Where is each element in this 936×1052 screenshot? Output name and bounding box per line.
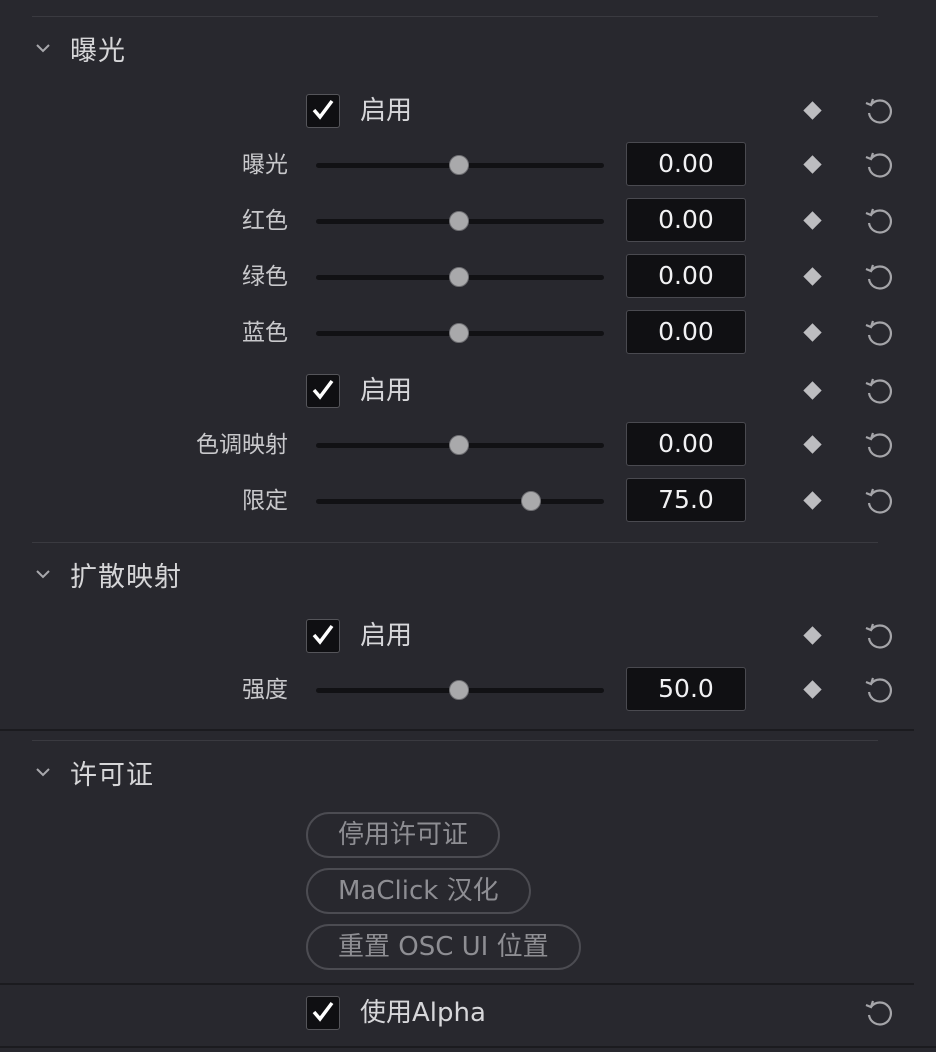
section-title: 扩散映射 <box>70 561 182 593</box>
slider-thumb[interactable] <box>449 680 469 700</box>
slider-thumb[interactable] <box>521 491 541 511</box>
enable-checkbox[interactable] <box>306 94 340 128</box>
checkmark-icon <box>312 99 334 120</box>
enable-row: 启用 <box>0 88 936 134</box>
checkmark-icon <box>312 624 334 645</box>
keyframe-diamond-icon[interactable] <box>800 264 824 288</box>
reset-icon[interactable] <box>862 673 896 707</box>
reset-icon[interactable] <box>862 94 896 128</box>
bottom-divider <box>0 1046 936 1048</box>
slider-track[interactable] <box>316 211 604 231</box>
enable-checkbox[interactable] <box>306 619 340 653</box>
value-field[interactable]: 0.00 <box>626 254 746 298</box>
reset-icon[interactable] <box>862 619 896 653</box>
enable-row: 启用 <box>0 613 936 659</box>
value-field[interactable]: 0.00 <box>626 198 746 242</box>
section-divider <box>32 740 878 741</box>
slider-row-tonemap: 色调映射 0.00 <box>0 422 936 468</box>
slider-thumb[interactable] <box>449 211 469 231</box>
section-title: 曝光 <box>70 35 126 67</box>
checkmark-icon <box>312 1001 334 1022</box>
slider-row-red: 红色 0.00 <box>0 198 936 244</box>
enable-row: 启用 <box>0 368 936 414</box>
checkmark-icon <box>312 379 334 400</box>
slider-track[interactable] <box>316 155 604 175</box>
top-divider <box>32 16 878 17</box>
value-field[interactable]: 75.0 <box>626 478 746 522</box>
reset-icon[interactable] <box>862 260 896 294</box>
deactivate-license-button[interactable]: 停用许可证 <box>306 812 501 858</box>
slider-track[interactable] <box>316 680 604 700</box>
slider-label: 色调映射 <box>196 432 288 458</box>
slider-label: 红色 <box>242 208 288 234</box>
slider-label: 强度 <box>242 677 288 703</box>
slider-label: 曝光 <box>242 152 288 178</box>
slider-thumb[interactable] <box>449 435 469 455</box>
reset-icon[interactable] <box>862 204 896 238</box>
use-alpha-label: 使用Alpha <box>360 998 486 1028</box>
section-divider <box>0 729 914 731</box>
keyframe-diamond-icon[interactable] <box>800 320 824 344</box>
section-header-exposure[interactable]: 曝光 <box>36 30 126 67</box>
slider-row-blue: 蓝色 0.00 <box>0 310 936 356</box>
chevron-down-icon <box>36 44 50 53</box>
section-header-license[interactable]: 许可证 <box>36 754 154 791</box>
slider-row-strength: 强度 50.0 <box>0 667 936 713</box>
slider-row-green: 绿色 0.00 <box>0 254 936 300</box>
reset-icon[interactable] <box>862 148 896 182</box>
keyframe-diamond-icon[interactable] <box>800 152 824 176</box>
use-alpha-row: 使用Alpha <box>0 990 936 1036</box>
keyframe-diamond-icon[interactable] <box>800 488 824 512</box>
enable-label: 启用 <box>360 621 413 651</box>
slider-track[interactable] <box>316 267 604 287</box>
chevron-down-icon <box>36 570 50 579</box>
slider-label: 限定 <box>242 488 288 514</box>
section-divider <box>32 542 878 543</box>
value-field[interactable]: 0.00 <box>626 142 746 186</box>
enable-checkbox[interactable] <box>306 374 340 408</box>
chevron-down-icon <box>36 768 50 777</box>
keyframe-diamond-icon[interactable] <box>800 432 824 456</box>
value-field[interactable]: 0.00 <box>626 422 746 466</box>
value-field[interactable]: 50.0 <box>626 667 746 711</box>
slider-thumb[interactable] <box>449 323 469 343</box>
slider-row-limit: 限定 75.0 <box>0 478 936 524</box>
slider-label: 绿色 <box>242 264 288 290</box>
reset-icon[interactable] <box>862 316 896 350</box>
reset-icon[interactable] <box>862 996 896 1030</box>
reset-osc-ui-position-button[interactable]: 重置 OSC UI 位置 <box>306 924 581 970</box>
maclick-localization-button[interactable]: MaClick 汉化 <box>306 868 531 914</box>
slider-thumb[interactable] <box>449 267 469 287</box>
slider-track[interactable] <box>316 435 604 455</box>
value-field[interactable]: 0.00 <box>626 310 746 354</box>
keyframe-diamond-icon[interactable] <box>800 623 824 647</box>
slider-row-exposure: 曝光 0.00 <box>0 142 936 188</box>
slider-track[interactable] <box>316 491 604 511</box>
section-divider <box>0 983 914 985</box>
use-alpha-checkbox[interactable] <box>306 996 340 1030</box>
enable-label: 启用 <box>360 96 413 126</box>
slider-label: 蓝色 <box>242 320 288 346</box>
keyframe-diamond-icon[interactable] <box>800 98 824 122</box>
keyframe-diamond-icon[interactable] <box>800 677 824 701</box>
enable-label: 启用 <box>360 376 413 406</box>
keyframe-diamond-icon[interactable] <box>800 208 824 232</box>
reset-icon[interactable] <box>862 484 896 518</box>
reset-icon[interactable] <box>862 374 896 408</box>
section-title: 许可证 <box>70 759 154 791</box>
reset-icon[interactable] <box>862 428 896 462</box>
slider-track[interactable] <box>316 323 604 343</box>
slider-thumb[interactable] <box>449 155 469 175</box>
section-header-diffuse[interactable]: 扩散映射 <box>36 556 182 593</box>
keyframe-diamond-icon[interactable] <box>800 378 824 402</box>
